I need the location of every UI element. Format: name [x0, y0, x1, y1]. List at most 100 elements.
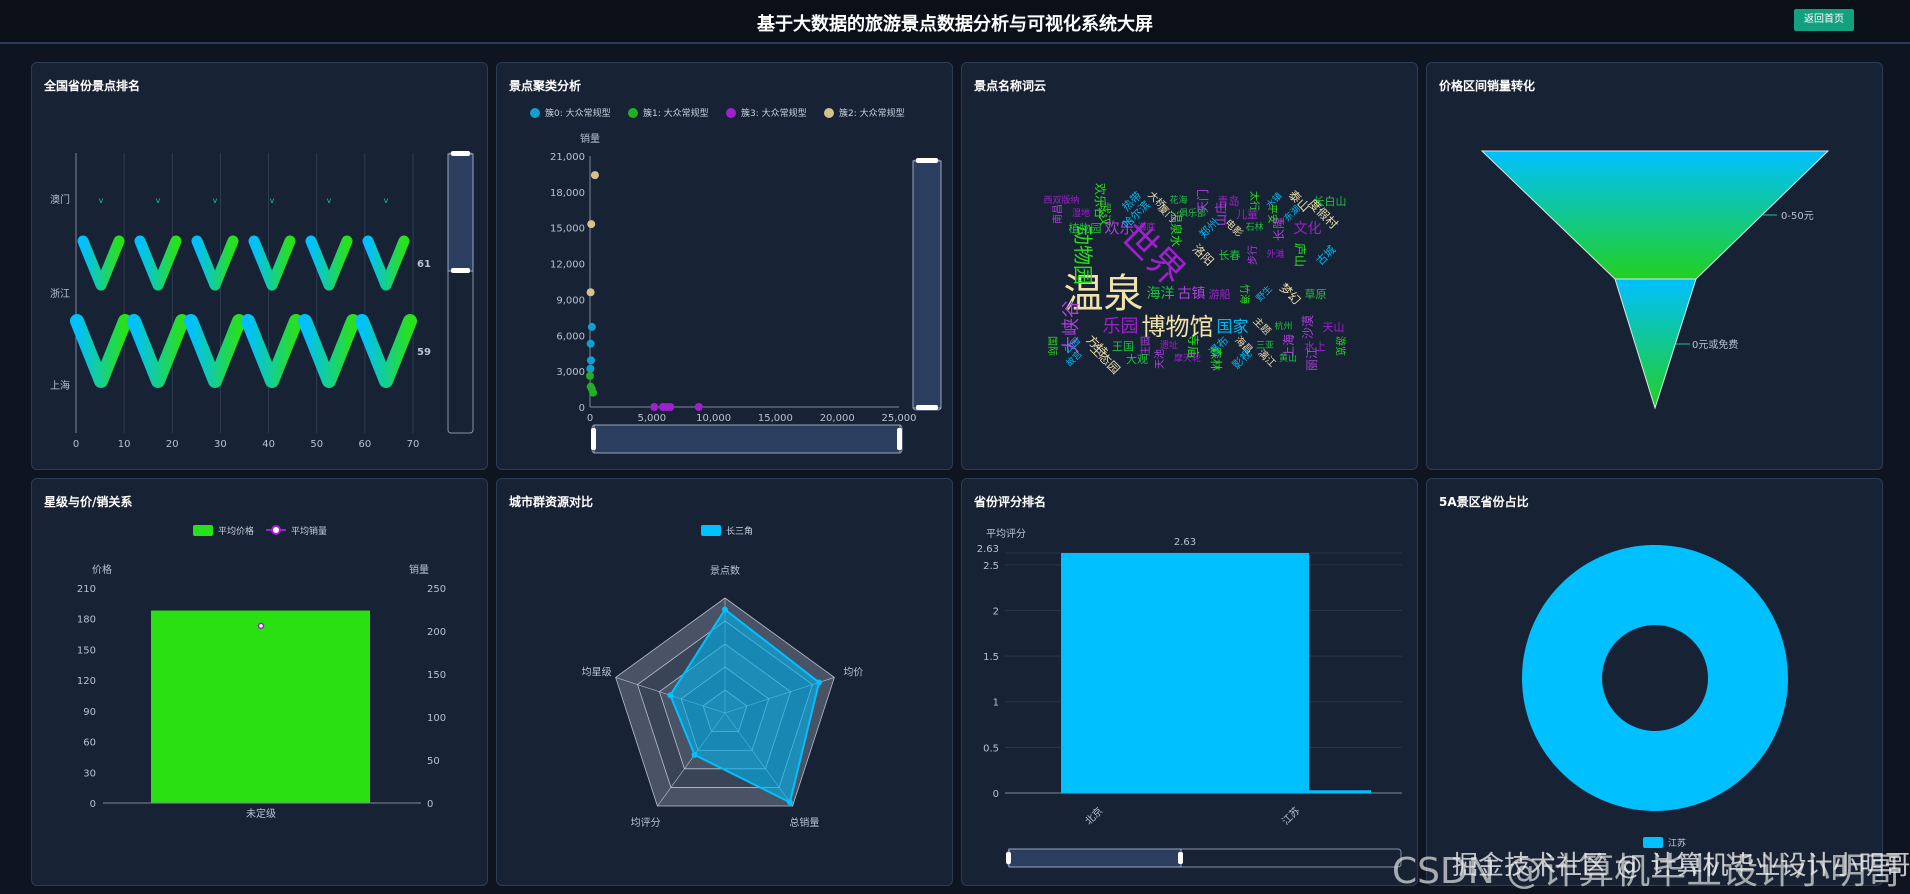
scatter-point: [694, 403, 703, 411]
scatter-point: [666, 403, 675, 411]
radar-point: [691, 751, 698, 758]
v-symbol-icon: v: [156, 196, 161, 205]
legend-marker: [628, 108, 638, 118]
word-cloud-word: 温泉水: [1169, 210, 1184, 247]
word-cloud-word: 俱乐部: [1178, 208, 1206, 219]
legend-marker: [193, 525, 213, 536]
v-symbol-icon: v: [270, 196, 275, 205]
value-label: 59: [417, 347, 431, 358]
radar-indicator-label: 均星级: [582, 666, 612, 678]
panel-title: 全国省份景点排名: [44, 79, 141, 93]
radar-chart: 长三角景点数均价总销量 均评分 均星级: [582, 525, 863, 829]
x-tick-label: 0: [587, 413, 593, 424]
word-cloud-word: 黄山: [1279, 353, 1298, 364]
datazoom-handle-left[interactable]: [1006, 852, 1011, 864]
datazoom-handle-bottom[interactable]: [451, 268, 470, 273]
y-tick-label-right: 250: [427, 584, 446, 595]
word-cloud-word: 国际: [1045, 336, 1057, 356]
panel-radar: 长三角 景点数 均价 总销量 均评分 均星级 城市群资源对比: [496, 478, 953, 886]
panel-donut: 江苏 5A景区省份占比: [1426, 478, 1883, 886]
legend-marker: [726, 108, 736, 118]
y-tick-label: 90: [83, 707, 96, 718]
y-tick-label: 12,000: [550, 260, 585, 271]
word-cloud-word: 花海: [1169, 195, 1188, 206]
x-tick-label: 25,000: [882, 413, 917, 424]
y-tick-label: 浙江: [50, 288, 70, 300]
panel-cluster: 簇0: 大众常规型 簇1: 大众常规型 簇3: 大众常规型 簇2: 大众常规型 销量 0 3…: [496, 62, 953, 470]
datazoom-slider-window: [447, 153, 474, 272]
radar-point: [667, 692, 674, 699]
datazoom-handle-right[interactable]: [1178, 852, 1183, 864]
value-label: 61: [417, 259, 431, 270]
legend-label: 簇2: 大众常规型: [839, 107, 905, 119]
y-tick-label: 60: [83, 738, 96, 749]
y-tick-label: 1: [993, 698, 999, 709]
legend-marker: [1643, 837, 1663, 848]
v-symbol-icon: v: [384, 196, 389, 205]
word-cloud-word: 游船: [1208, 287, 1231, 301]
line-point: [257, 622, 265, 630]
panel-title: 5A景区省份占比: [1439, 495, 1529, 509]
v-symbol-icon: [241, 314, 303, 388]
radar-point: [816, 679, 823, 686]
y-tick-label-right: 200: [427, 627, 446, 638]
word-cloud-word: 大观: [1125, 352, 1148, 366]
legend-label: 江苏: [1668, 837, 1686, 849]
header: 基于大数据的旅游景点数据分析与可视化系统大屏 返回首页: [0, 0, 1910, 44]
y-tick-label-right: 0: [427, 799, 433, 810]
legend-marker: [271, 525, 281, 535]
v-symbol-icon: [298, 314, 360, 388]
y-tick-label: 0: [90, 799, 96, 810]
home-button[interactable]: 返回首页: [1794, 9, 1854, 31]
panel-wordcloud: 景点名称词云 西双版纳 欢乐谷 热带 大桥 花海 天门 青岛 太行 水镇 泰山 长白山 南昌 湿地 武汉哈…: [961, 62, 1418, 470]
scatter-point: [587, 220, 596, 229]
datazoom-handle-top[interactable]: [916, 158, 938, 163]
y-axis-name: 价格: [92, 563, 112, 576]
word-cloud-word: 外滩: [1266, 249, 1285, 260]
y-tick-label: 2.5: [983, 561, 999, 572]
word-cloud-word: 森林: [1209, 346, 1224, 372]
bar: [1309, 790, 1371, 793]
y-tick-label: 澳门: [50, 193, 70, 206]
word-cloud-word: 竹海: [1238, 284, 1250, 304]
y-tick-label: 21,000: [550, 152, 585, 163]
y-tick-label: 150: [77, 645, 96, 656]
radar-indicator-label: 总销量: [789, 816, 819, 829]
y-tick-label: 2: [993, 606, 999, 617]
legend-marker: [530, 108, 540, 118]
y-tick-label: 1.5: [983, 652, 999, 663]
word-cloud-word: 郑州: [1196, 216, 1221, 241]
x-tick-label: 10,000: [696, 413, 731, 424]
score-bar-chart: 平均评分 0 0.5 1 1.5 2 2.5 2.63 2.63 北京 江苏: [977, 528, 1402, 868]
v-symbol-icon: [184, 314, 246, 388]
page-title: 基于大数据的旅游景点数据分析与可视化系统大屏: [757, 14, 1153, 35]
radar-indicator-label: 景点数: [710, 564, 740, 577]
word-cloud-word: 儿童: [1236, 207, 1259, 221]
y-tick-label: 2.63: [977, 544, 999, 555]
province-rank-chart: 0 10 20 30 40 50 60 70 澳门 v v v v v v 浙江 61 上海 59: [50, 151, 474, 450]
x-tick-label: 10: [118, 439, 131, 450]
x-tick-label: 20: [166, 439, 179, 450]
datazoom-handle-top[interactable]: [451, 151, 470, 156]
datazoom-handle-bottom[interactable]: [916, 405, 938, 410]
legend-marker: [701, 525, 721, 536]
panel-title: 价格区间销量转化: [1439, 79, 1536, 93]
scatter-point: [586, 339, 595, 348]
y-tick-label-right: 150: [427, 670, 446, 681]
x-tick-label: 70: [407, 439, 420, 450]
legend-marker: [824, 108, 834, 118]
panel-funnel: 0-50元 0元或免费 价格区间销量转化: [1426, 62, 1883, 470]
datazoom-handle-right[interactable]: [897, 428, 902, 450]
donut-chart: 江苏: [1522, 545, 1788, 849]
word-cloud-word: 博物馆: [1141, 313, 1214, 341]
y-tick-label: 3,000: [556, 367, 585, 378]
donut-slice: [1522, 545, 1788, 811]
word-cloud-word: 动物园: [1071, 225, 1096, 285]
scatter-point: [586, 288, 595, 297]
datazoom-handle-left[interactable]: [591, 428, 596, 450]
v-symbol-icon: v: [213, 196, 218, 205]
datazoom-slider-window: [1008, 848, 1182, 868]
word-cloud-word: 王国: [1111, 339, 1134, 353]
data-label: 2.63: [1174, 537, 1196, 548]
scatter-point: [586, 364, 595, 373]
